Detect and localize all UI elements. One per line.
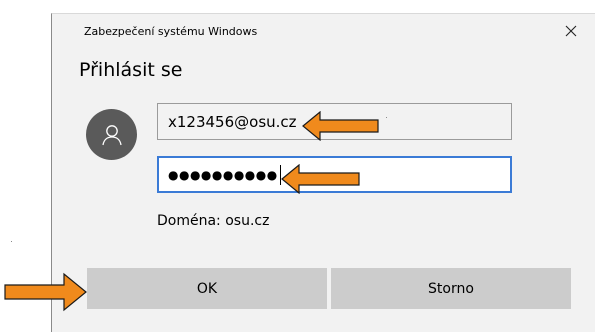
username-value: x123456@osu.cz [168, 112, 297, 131]
avatar [86, 109, 137, 160]
text-caret [279, 164, 281, 185]
window-title: Zabezpečení systému Windows [84, 25, 258, 38]
user-icon [101, 124, 122, 145]
screenshot-stage: Zabezpečení systému Windows Přihlásit se… [0, 0, 595, 332]
close-icon [565, 25, 577, 37]
password-field[interactable]: ●●●●●●●●●● [157, 156, 512, 193]
windows-security-dialog: Zabezpečení systému Windows Přihlásit se… [51, 13, 595, 332]
ok-button-label: OK [196, 280, 218, 297]
close-button[interactable] [558, 19, 584, 43]
domain-label: Doména: osu.cz [157, 213, 270, 229]
stray-mark [11, 241, 12, 242]
username-field[interactable]: x123456@osu.cz [157, 103, 512, 140]
stray-mark [386, 117, 387, 118]
cancel-button-label: Storno [428, 280, 474, 297]
ok-button[interactable]: OK [87, 268, 327, 309]
cancel-button[interactable]: Storno [331, 268, 571, 309]
password-masked-value: ●●●●●●●●●● [168, 167, 278, 182]
dialog-heading: Přihlásit se [79, 59, 183, 81]
